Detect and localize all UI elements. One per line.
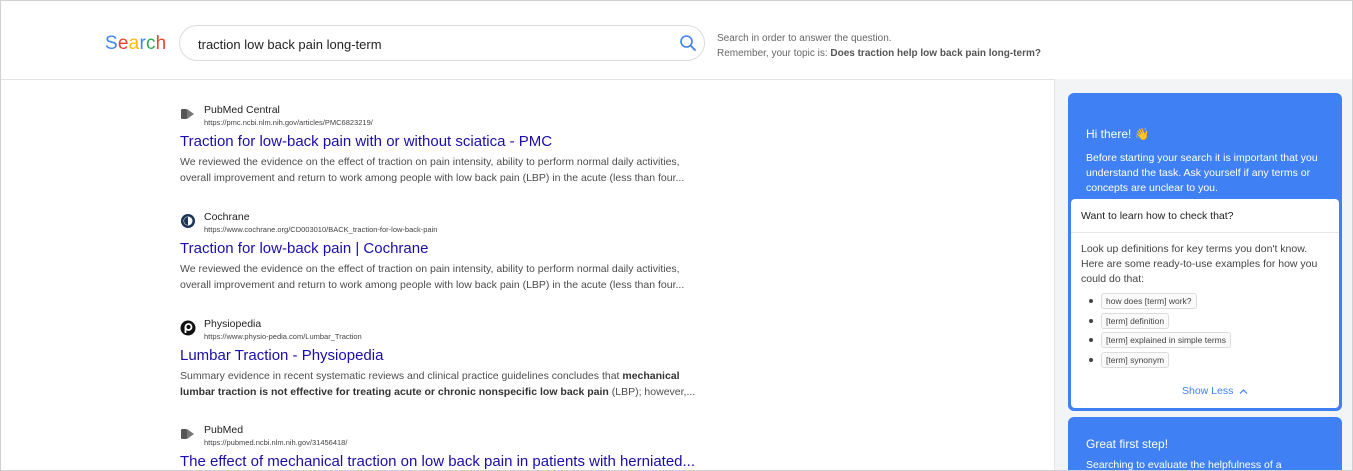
source-url: https://www.physio-pedia.com/Lumbar_Trac… (204, 332, 362, 341)
logo-letter: h (155, 33, 167, 54)
source-name: PubMed Central (204, 104, 280, 116)
bullet (1089, 357, 1093, 362)
page-frame: Search Search in order to answer the que… (0, 0, 1353, 471)
source-url: https://pmc.ncbi.nlm.nih.gov/articles/PM… (204, 118, 373, 127)
source-name: PubMed (204, 424, 244, 436)
example-query-chip[interactable]: [term] explained in simple terms (1101, 332, 1231, 348)
bullet (1089, 299, 1093, 303)
search-result: PubMed https://pubmed.ncbi.nlm.nih.gov/3… (180, 421, 720, 470)
snippet-line: lumbar traction is not effective for tre… (180, 384, 720, 400)
logo-letter: S (105, 33, 118, 54)
pubmed-icon (181, 429, 194, 439)
snippet-text: (LBP); however,... (608, 386, 696, 398)
result-snippet: We reviewed the evidence on the effect o… (180, 261, 720, 293)
result-source[interactable]: PubMed Central https://pmc.ncbi.nlm.nih.… (180, 101, 720, 127)
snippet-bold: lumbar traction is not effective for tre… (180, 386, 609, 398)
pubmed-icon (181, 109, 194, 119)
snippet-line: We reviewed the evidence on the effect o… (180, 263, 680, 275)
topic-hint: Search in order to answer the question. … (717, 31, 1041, 61)
result-title-link[interactable]: Traction for low-back pain | Cochrane (180, 240, 720, 257)
hint-line-1: Search in order to answer the question. (717, 33, 892, 44)
hint-topic: Does traction help low back pain long-te… (830, 48, 1041, 59)
search-box[interactable] (179, 25, 705, 62)
result-source[interactable]: Physiopedia https://www.physio-pedia.com… (180, 315, 720, 341)
snippet-line: Summary evidence in recent systematic re… (180, 368, 720, 384)
show-less-button[interactable]: Show Less (1182, 385, 1248, 397)
search-result: Cochrane https://www.cochrane.org/CD0030… (180, 208, 720, 293)
search-icon[interactable] (679, 34, 697, 52)
search-result: PubMed Central https://pmc.ncbi.nlm.nih.… (180, 101, 720, 186)
tip-box: Want to learn how to check that? Look up… (1071, 199, 1339, 408)
result-source[interactable]: PubMed https://pubmed.ncbi.nlm.nih.gov/3… (180, 421, 720, 447)
tip-text: Look up definitions for key terms you do… (1081, 243, 1318, 285)
bullet (1089, 338, 1093, 342)
bullet (1089, 318, 1093, 323)
search-input[interactable] (196, 26, 660, 62)
result-title-link[interactable]: Traction for low-back pain with or witho… (180, 133, 720, 150)
logo-letter: a (128, 33, 140, 54)
result-source[interactable]: Cochrane https://www.cochrane.org/CD0030… (180, 208, 720, 234)
tip-heading: Want to learn how to check that? (1081, 210, 1234, 222)
header: Search Search in order to answer the que… (1, 1, 1352, 80)
progress-card-title: Great first step! (1086, 437, 1169, 451)
source-name: Cochrane (204, 211, 250, 223)
snippet-line: overall improvement and return to work a… (180, 172, 685, 184)
snippet-bold: mechanical (622, 370, 680, 382)
logo-letter: c (145, 33, 156, 54)
progress-card-text: Searching to evaluate the helpfulness of… (1086, 459, 1282, 471)
result-snippet: We reviewed the evidence on the effect o… (180, 154, 720, 186)
result-title-link[interactable]: The effect of mechanical traction on low… (180, 453, 720, 470)
hint-line-2: Remember, your topic is: Does traction h… (717, 46, 1041, 61)
cochrane-icon (181, 214, 195, 228)
snippet-line: We reviewed the evidence on the effect o… (180, 156, 680, 168)
chevron-up-icon (1239, 388, 1248, 394)
show-less-label: Show Less (1182, 385, 1234, 397)
physiopedia-icon (180, 320, 196, 336)
source-name: Physiopedia (204, 318, 262, 330)
progress-card: Great first step! Searching to evaluate … (1068, 417, 1342, 471)
snippet-line: overall improvement and return to work a… (180, 279, 685, 291)
logo[interactable]: Search (105, 33, 166, 55)
intro-card-text: Before starting your search it is import… (1086, 152, 1318, 194)
search-result: Physiopedia https://www.physio-pedia.com… (180, 315, 720, 400)
example-query-chip[interactable]: [term] synonym (1101, 351, 1170, 368)
source-url: https://pubmed.ncbi.nlm.nih.gov/31456418… (204, 438, 348, 447)
result-snippet: Summary evidence in recent systematic re… (180, 368, 720, 400)
logo-letter: e (117, 33, 129, 54)
source-url: https://www.cochrane.org/CD003010/BACK_t… (204, 225, 438, 234)
intro-card-title: Hi there! 👋 (1086, 127, 1150, 141)
example-query-chip[interactable]: how does [term] work? (1101, 293, 1197, 309)
result-title-link[interactable]: Lumbar Traction - Physiopedia (180, 347, 720, 364)
hint-prefix: Remember, your topic is: (717, 48, 831, 59)
guidance-panel: Hi there! 👋 Before starting your search … (1054, 79, 1352, 471)
example-query-chip[interactable]: [term] definition (1101, 312, 1170, 329)
intro-card: Hi there! 👋 Before starting your search … (1068, 93, 1342, 411)
snippet-text: Summary evidence in recent systematic re… (180, 370, 623, 382)
divider (1071, 232, 1339, 233)
